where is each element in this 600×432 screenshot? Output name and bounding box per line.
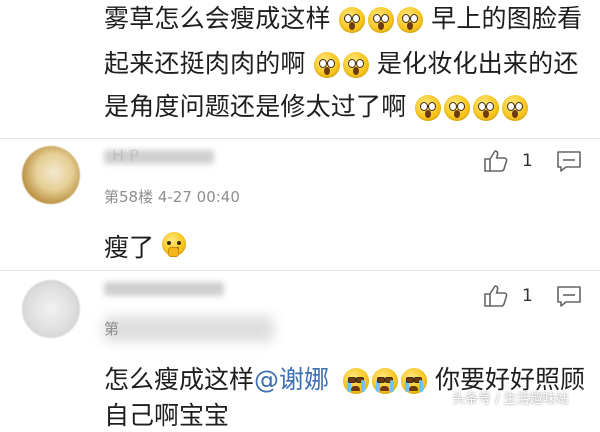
comment-2-text-line-2: 自己啊宝宝 — [104, 401, 230, 430]
comment-text-segment: 怎么瘦成这样 — [104, 365, 255, 394]
crying-emoji-icon — [342, 368, 369, 394]
shocked-emoji-icon — [501, 95, 528, 121]
post-text-segment: 起来还挺肉肉的啊 — [104, 49, 306, 78]
commenter-name[interactable]: H P — [112, 146, 139, 165]
shocked-emoji-icon — [396, 7, 423, 33]
emoji-group — [414, 95, 528, 121]
comment-1-text: 瘦了 — [104, 228, 186, 264]
blurred-meta — [104, 316, 274, 342]
post-text-segment: 是化妆化出来的还 — [376, 49, 579, 78]
post-text-line-2: 起来还挺肉肉的啊 是化妆化出来的还 — [104, 51, 579, 78]
thumbs-up-icon[interactable] — [483, 284, 509, 308]
thumbs-up-icon[interactable] — [483, 149, 509, 173]
comment-divider — [0, 138, 600, 139]
shocked-emoji-icon — [338, 7, 365, 33]
blurred-name-bar — [104, 282, 224, 296]
shocked-emoji-icon — [443, 95, 470, 121]
avatar[interactable] — [22, 280, 80, 338]
comment-meta: 第 — [104, 320, 120, 338]
comment-divider — [0, 270, 600, 271]
emoji-group — [342, 368, 427, 394]
shocked-emoji-icon — [313, 52, 340, 78]
comment-bubble-icon[interactable] — [556, 285, 582, 309]
post-text-segment: 是角度问题还是修太过了啊 — [104, 92, 407, 121]
emoji-group — [338, 7, 423, 33]
post-text-line-3: 是角度问题还是修太过了啊 — [104, 94, 528, 121]
watermark: 头条号 / 生活趣味站 — [452, 392, 569, 407]
avatar[interactable] — [22, 146, 80, 204]
post-text-segment: 早上的图脸看 — [431, 4, 583, 33]
emoji-group — [313, 52, 369, 78]
comment-bubble-icon[interactable] — [556, 150, 582, 174]
post-text-segment: 雾草怎么会瘦成这样 — [104, 4, 331, 33]
shocked-emoji-icon — [342, 52, 369, 78]
comment-meta: 第58楼 4-27 00:40 — [104, 188, 240, 206]
post-text-line-1: 雾草怎么会瘦成这样 早上的图脸看 — [104, 6, 582, 33]
shocked-emoji-icon — [472, 95, 499, 121]
shocked-emoji-icon — [367, 7, 394, 33]
thinking-emoji-icon — [161, 232, 186, 257]
like-count: 1 — [522, 286, 533, 306]
crying-emoji-icon — [400, 368, 427, 394]
commenter-name-blurred[interactable] — [104, 282, 224, 296]
shocked-emoji-icon — [414, 95, 441, 121]
mention-link[interactable]: @谢娜 — [254, 365, 329, 394]
crying-emoji-icon — [371, 368, 398, 394]
comment-text-segment: 瘦了 — [104, 233, 155, 262]
like-count: 1 — [522, 151, 533, 171]
